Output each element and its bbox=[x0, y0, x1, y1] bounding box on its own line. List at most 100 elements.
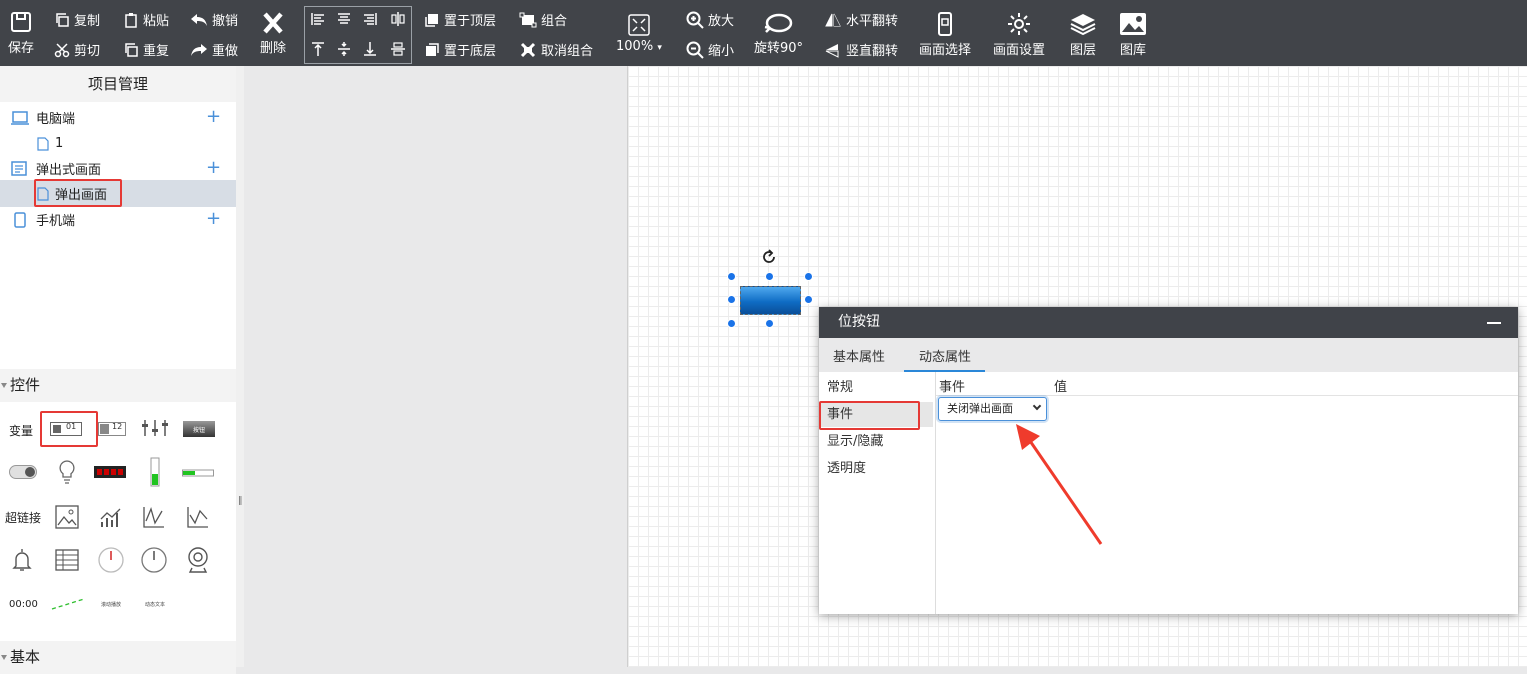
resize-handle-sw[interactable] bbox=[727, 319, 736, 328]
tree-item-label: 1 bbox=[55, 136, 64, 151]
category-opacity[interactable]: 透明度 bbox=[821, 456, 933, 481]
image-icon bbox=[55, 505, 79, 529]
zoom-dropdown[interactable]: 100% ▾ bbox=[616, 14, 662, 54]
screen-select-button[interactable]: 画面选择 bbox=[919, 12, 971, 58]
dashed-line-icon bbox=[51, 598, 85, 610]
progress-bar-icon bbox=[182, 469, 214, 477]
highlight-bit-button bbox=[40, 411, 98, 447]
cut-button[interactable]: 剪切 bbox=[54, 40, 100, 59]
chevron-down-icon bbox=[1032, 401, 1042, 411]
align-top-icon[interactable] bbox=[307, 38, 329, 60]
ctrl-indicator-light[interactable] bbox=[54, 458, 80, 486]
ctrl-toggle[interactable] bbox=[8, 464, 38, 480]
screen-settings-button[interactable]: 画面设置 bbox=[993, 12, 1045, 58]
line-chart-icon bbox=[143, 507, 164, 528]
resize-handle-e[interactable] bbox=[804, 295, 813, 304]
align-bottom-icon[interactable] bbox=[359, 38, 381, 60]
ctrl-scroll-text[interactable]: 滚动播放 bbox=[101, 601, 121, 608]
undo-button[interactable]: 撤销 bbox=[190, 10, 238, 29]
ctrl-horizontal-bar[interactable] bbox=[182, 467, 214, 479]
layers-button[interactable]: 图层 bbox=[1069, 12, 1097, 58]
resize-handle-n[interactable] bbox=[765, 272, 774, 281]
group-button[interactable]: 组合 bbox=[519, 10, 567, 29]
basic-section-header[interactable]: 基本 bbox=[0, 641, 236, 674]
zoom-in-icon bbox=[686, 11, 704, 29]
rotate-handle-icon[interactable] bbox=[760, 248, 778, 266]
tab-dynamic-properties[interactable]: 动态属性 bbox=[904, 346, 986, 372]
tab-basic-properties[interactable]: 基本属性 bbox=[833, 346, 885, 365]
ctrl-led-display[interactable] bbox=[94, 466, 126, 478]
distribute-horizontal-icon[interactable] bbox=[387, 8, 409, 30]
bar-chart-icon bbox=[100, 508, 121, 527]
dialog-tabs: 基本属性 动态属性 bbox=[819, 338, 1518, 372]
ctrl-dynamic-text[interactable]: 动态文本 bbox=[145, 601, 165, 608]
ctrl-push-button[interactable]: 按钮 bbox=[183, 421, 215, 437]
gallery-button[interactable]: 图库 bbox=[1119, 12, 1147, 58]
flip-vertical-button[interactable]: 竖直翻转 bbox=[824, 40, 898, 59]
level-bar-icon bbox=[150, 457, 160, 487]
resize-handle-ne[interactable] bbox=[804, 272, 813, 281]
bring-front-label: 置于顶层 bbox=[444, 14, 497, 29]
ctrl-line[interactable] bbox=[50, 596, 86, 612]
panel-splitter[interactable]: ‖ bbox=[236, 66, 244, 667]
add-mobile-page-icon[interactable]: + bbox=[206, 210, 221, 228]
ctrl-gauge[interactable] bbox=[96, 546, 126, 574]
align-left-icon[interactable] bbox=[307, 8, 329, 30]
splitter-grip-icon: ‖ bbox=[238, 496, 243, 506]
tree-item-page-1[interactable]: 1 bbox=[37, 131, 63, 156]
dialog-header[interactable]: 位按钮 bbox=[819, 307, 1518, 338]
ctrl-bar-chart[interactable] bbox=[98, 504, 124, 530]
ungroup-button[interactable]: 取消组合 bbox=[519, 40, 593, 59]
ctrl-history-chart[interactable] bbox=[185, 504, 211, 530]
ctrl-slider[interactable] bbox=[140, 417, 170, 439]
ctrl-table[interactable] bbox=[54, 548, 80, 572]
minimize-icon[interactable] bbox=[1487, 322, 1501, 324]
ctrl-push-button-text: 按钮 bbox=[192, 426, 205, 434]
clipboard-icon bbox=[125, 12, 137, 28]
distribute-vertical-icon[interactable] bbox=[387, 38, 409, 60]
ctrl-numeric-display[interactable]: 12 bbox=[98, 420, 126, 438]
send-to-back-button[interactable]: 置于底层 bbox=[424, 40, 496, 59]
copy-button[interactable]: 复制 bbox=[54, 10, 100, 29]
category-visibility[interactable]: 显示/隐藏 bbox=[821, 429, 933, 454]
led-digits-icon bbox=[97, 469, 123, 475]
category-general[interactable]: 常规 bbox=[821, 375, 933, 400]
ctrl-trend-chart[interactable] bbox=[141, 504, 167, 530]
event-action-select[interactable]: 关闭弹出画面 bbox=[938, 397, 1047, 421]
ctrl-image[interactable] bbox=[54, 504, 80, 530]
caret-down-icon: ▾ bbox=[657, 43, 662, 53]
align-middle-icon[interactable] bbox=[333, 38, 355, 60]
ctrl-camera[interactable] bbox=[185, 546, 211, 574]
add-pc-page-icon[interactable]: + bbox=[206, 108, 221, 126]
flip-horizontal-button[interactable]: 水平翻转 bbox=[824, 10, 898, 29]
rotate-90-button[interactable]: 旋转90° bbox=[754, 12, 803, 56]
ctrl-dial[interactable] bbox=[140, 546, 168, 574]
zoom-out-button[interactable]: 缩小 bbox=[686, 40, 734, 59]
resize-handle-s[interactable] bbox=[765, 319, 774, 328]
bring-to-front-button[interactable]: 置于顶层 bbox=[424, 10, 496, 29]
resize-handle-nw[interactable] bbox=[727, 272, 736, 281]
align-center-icon[interactable] bbox=[333, 8, 355, 30]
layers-icon bbox=[1070, 14, 1096, 36]
selected-bit-button[interactable] bbox=[740, 286, 801, 315]
resize-handle-w[interactable] bbox=[727, 295, 736, 304]
tree-item-mobile[interactable]: 手机端 bbox=[10, 207, 75, 232]
ctrl-vertical-bar[interactable] bbox=[147, 457, 163, 487]
delete-button[interactable]: 删除 bbox=[260, 12, 286, 56]
ctrl-alarm[interactable] bbox=[10, 546, 34, 574]
tree-item-popup[interactable]: 弹出式画面 bbox=[10, 156, 101, 181]
ungroup-icon bbox=[520, 42, 536, 57]
controls-section-header[interactable]: 控件 bbox=[0, 369, 236, 402]
align-right-icon[interactable] bbox=[359, 8, 381, 30]
paste-button[interactable]: 粘贴 bbox=[123, 10, 169, 29]
property-dialog: 位按钮 基本属性 动态属性 常规 事件 显示/隐藏 透明度 事件 值 bbox=[819, 307, 1518, 614]
add-popup-page-icon[interactable]: + bbox=[206, 159, 221, 177]
zoom-in-button[interactable]: 放大 bbox=[686, 10, 734, 29]
ctrl-clock[interactable]: 00:00 bbox=[9, 599, 38, 610]
repeat-button[interactable]: 重复 bbox=[123, 40, 169, 59]
redo-button[interactable]: 重做 bbox=[190, 40, 238, 59]
phone-screen-icon bbox=[938, 12, 952, 36]
zoom-out-icon bbox=[686, 41, 704, 59]
tree-item-pc[interactable]: 电脑端 bbox=[10, 105, 75, 130]
save-button[interactable]: 保存 bbox=[8, 10, 34, 56]
